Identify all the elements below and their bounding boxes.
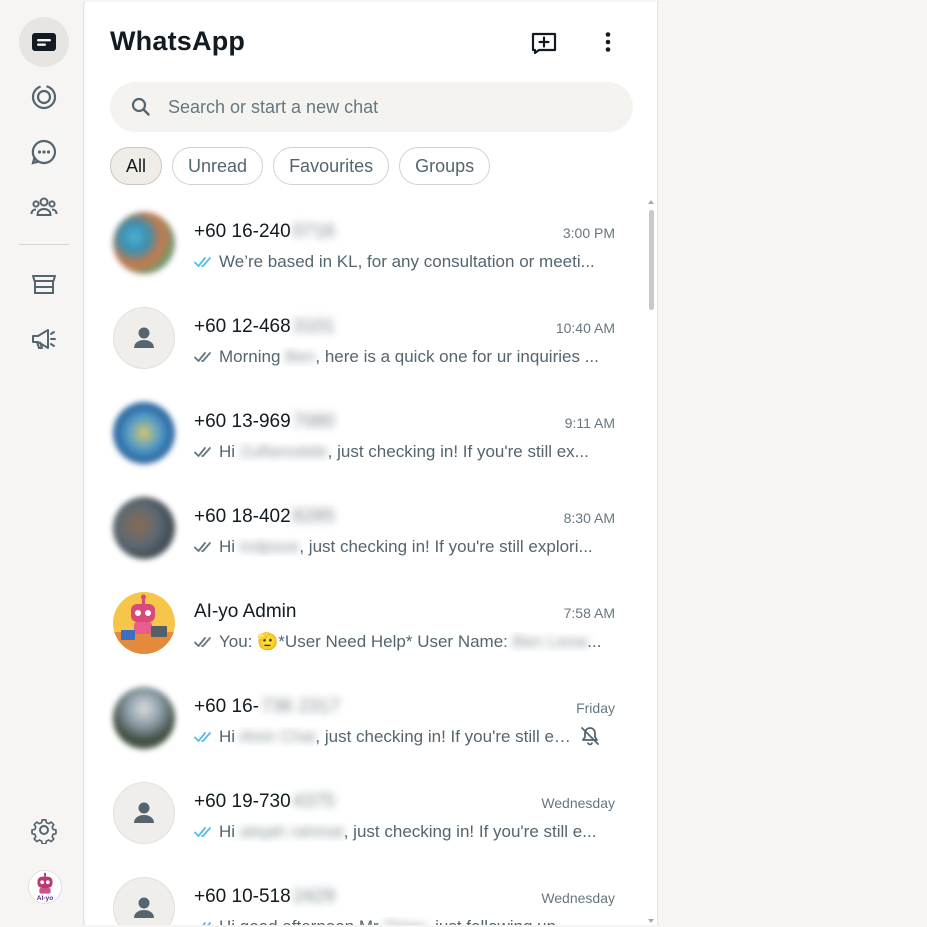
contact-avatar: [113, 497, 175, 559]
read-ticks-icon: [194, 732, 211, 742]
new-chat-icon: [531, 32, 557, 55]
chat-preview: Hi Zulfamobile, just checking in! If you…: [194, 442, 614, 462]
contact-avatar: [113, 592, 175, 654]
chats-icon: [32, 33, 56, 51]
chat-time: 9:11 AM: [564, 415, 615, 431]
contact-avatar: [113, 402, 175, 464]
profile-logo-text: AI-yo: [37, 895, 53, 902]
contact-name: +60 19-730 4375: [194, 791, 335, 812]
chat-row[interactable]: +60 10-5182429 Wednesday Hi good afterno…: [85, 865, 645, 925]
contact-avatar: [113, 877, 175, 925]
scroll-up-arrow[interactable]: [648, 200, 654, 204]
delivered-ticks-icon: [194, 447, 211, 457]
conversation-placeholder: [659, 2, 925, 925]
chat-preview: Hi good afternoon Mr Thian, just followi…: [194, 917, 614, 925]
chat-filters: All Unread Favourites Groups: [110, 147, 491, 185]
new-chat-button[interactable]: [526, 24, 562, 60]
filter-all[interactable]: All: [110, 147, 163, 185]
chat-time: Wednesday: [541, 890, 615, 906]
robot-logo-icon: AI-yo: [37, 872, 53, 902]
rail-advertise-button[interactable]: [19, 314, 69, 364]
chat-preview: Hi atiqah rahmat, just checking in! If y…: [194, 822, 614, 842]
filter-unread[interactable]: Unread: [172, 147, 264, 185]
settings-button[interactable]: [19, 805, 69, 855]
rail-catalog-button[interactable]: [19, 259, 69, 309]
scroll-down-arrow[interactable]: [648, 919, 654, 923]
chat-row[interactable]: +60 12-468 3101 10:40 AM Morning Ben, her…: [85, 295, 645, 390]
chat-time: 10:40 AM: [555, 320, 615, 336]
chat-preview: Hi indpsoe, just checking in! If you're …: [194, 537, 614, 557]
contact-name: +60 16- 736 2317: [194, 696, 341, 717]
chat-row[interactable]: +60 16- 736 2317 Friday Hi Alvin Chai, ju…: [85, 675, 645, 770]
contact-avatar: [113, 782, 175, 844]
delivered-ticks-icon: [194, 637, 211, 647]
rail-channels-button[interactable]: [19, 127, 69, 177]
chat-list-scrollbar[interactable]: [647, 200, 655, 925]
communities-icon: [30, 197, 58, 216]
whatsapp-app: AI-yo WhatsApp All Unread Favourites Gro…: [0, 0, 927, 927]
channels-icon: [31, 139, 57, 165]
chat-list: +60 16-240 0716 3:00 PM We’re based in KL…: [85, 200, 645, 925]
search-bar: [110, 82, 633, 132]
contact-name: +60 10-518 2429: [194, 886, 335, 907]
store-icon: [32, 275, 56, 294]
nav-rail: AI-yo: [2, 2, 84, 925]
contact-name: AI-yo Admin: [194, 601, 297, 622]
chat-preview: You: 🫡*User Need Help* User Name: Ben Le…: [194, 632, 614, 652]
chat-list-panel: WhatsApp All Unread Favourites Groups +6…: [85, 2, 658, 925]
contact-name: +60 18-402 8285: [194, 506, 335, 527]
profile-avatar[interactable]: AI-yo: [28, 870, 62, 904]
rail-communities-button[interactable]: [19, 182, 69, 232]
contact-avatar: [113, 212, 175, 274]
read-ticks-icon: [202, 922, 211, 925]
chat-time: 3:00 PM: [562, 225, 615, 241]
chat-row[interactable]: +60 18-402 8285 8:30 AM Hi indpsoe, just …: [85, 485, 645, 580]
gear-icon: [31, 819, 57, 844]
search-icon: [131, 97, 150, 116]
filter-groups[interactable]: Groups: [399, 147, 491, 185]
person-icon: [134, 897, 154, 918]
contact-name: +60 12-468 3101: [194, 316, 335, 337]
person-icon: [134, 802, 154, 823]
chat-preview: We’re based in KL, for any consultation …: [194, 252, 614, 272]
contact-name: +60 16-240 0716: [194, 221, 335, 242]
read-ticks-icon: [194, 827, 211, 837]
megaphone-icon: [32, 329, 56, 349]
rail-divider: [19, 244, 69, 245]
chat-time: Friday: [576, 700, 615, 716]
contact-avatar: [113, 687, 175, 749]
filter-favourites[interactable]: Favourites: [273, 147, 390, 185]
scroll-thumb[interactable]: [649, 210, 654, 310]
rail-chats-button[interactable]: [19, 17, 69, 67]
person-icon: [134, 327, 154, 348]
contact-name: +60 13-969 7080: [194, 411, 335, 432]
delivered-ticks-icon: [194, 542, 211, 552]
status-icon: [31, 84, 57, 110]
kebab-menu-icon: [605, 32, 611, 52]
rail-status-button[interactable]: [19, 72, 69, 122]
chat-preview: Morning Ben, here is a quick one for ur …: [194, 347, 614, 367]
delivered-ticks-icon: [194, 352, 211, 362]
robot-avatar-icon: [113, 594, 175, 654]
chat-preview: Hi Alvin Chai, just checking in! If you'…: [194, 727, 574, 747]
chat-row[interactable]: +60 13-969 7080 9:11 AM Hi Zulfamobile, j…: [85, 390, 645, 485]
muted-bell-icon: [581, 727, 599, 746]
search-input[interactable]: [168, 96, 588, 118]
read-ticks-icon: [194, 257, 211, 267]
chat-time: Wednesday: [541, 795, 615, 811]
contact-avatar: [113, 307, 175, 369]
page-title: WhatsApp: [110, 26, 246, 56]
menu-button[interactable]: [590, 24, 626, 60]
chat-time: 7:58 AM: [563, 605, 615, 621]
chat-time: 8:30 AM: [563, 510, 615, 526]
chat-row[interactable]: +60 16-240 0716 3:00 PM We’re based in KL…: [85, 200, 645, 295]
chat-row[interactable]: AI-yo Admin 7:58 AM You: 🫡*User Need Hel…: [85, 580, 645, 675]
chat-row[interactable]: +60 19-730 4375 Wednesday Hi atiqah rahma…: [85, 770, 645, 865]
